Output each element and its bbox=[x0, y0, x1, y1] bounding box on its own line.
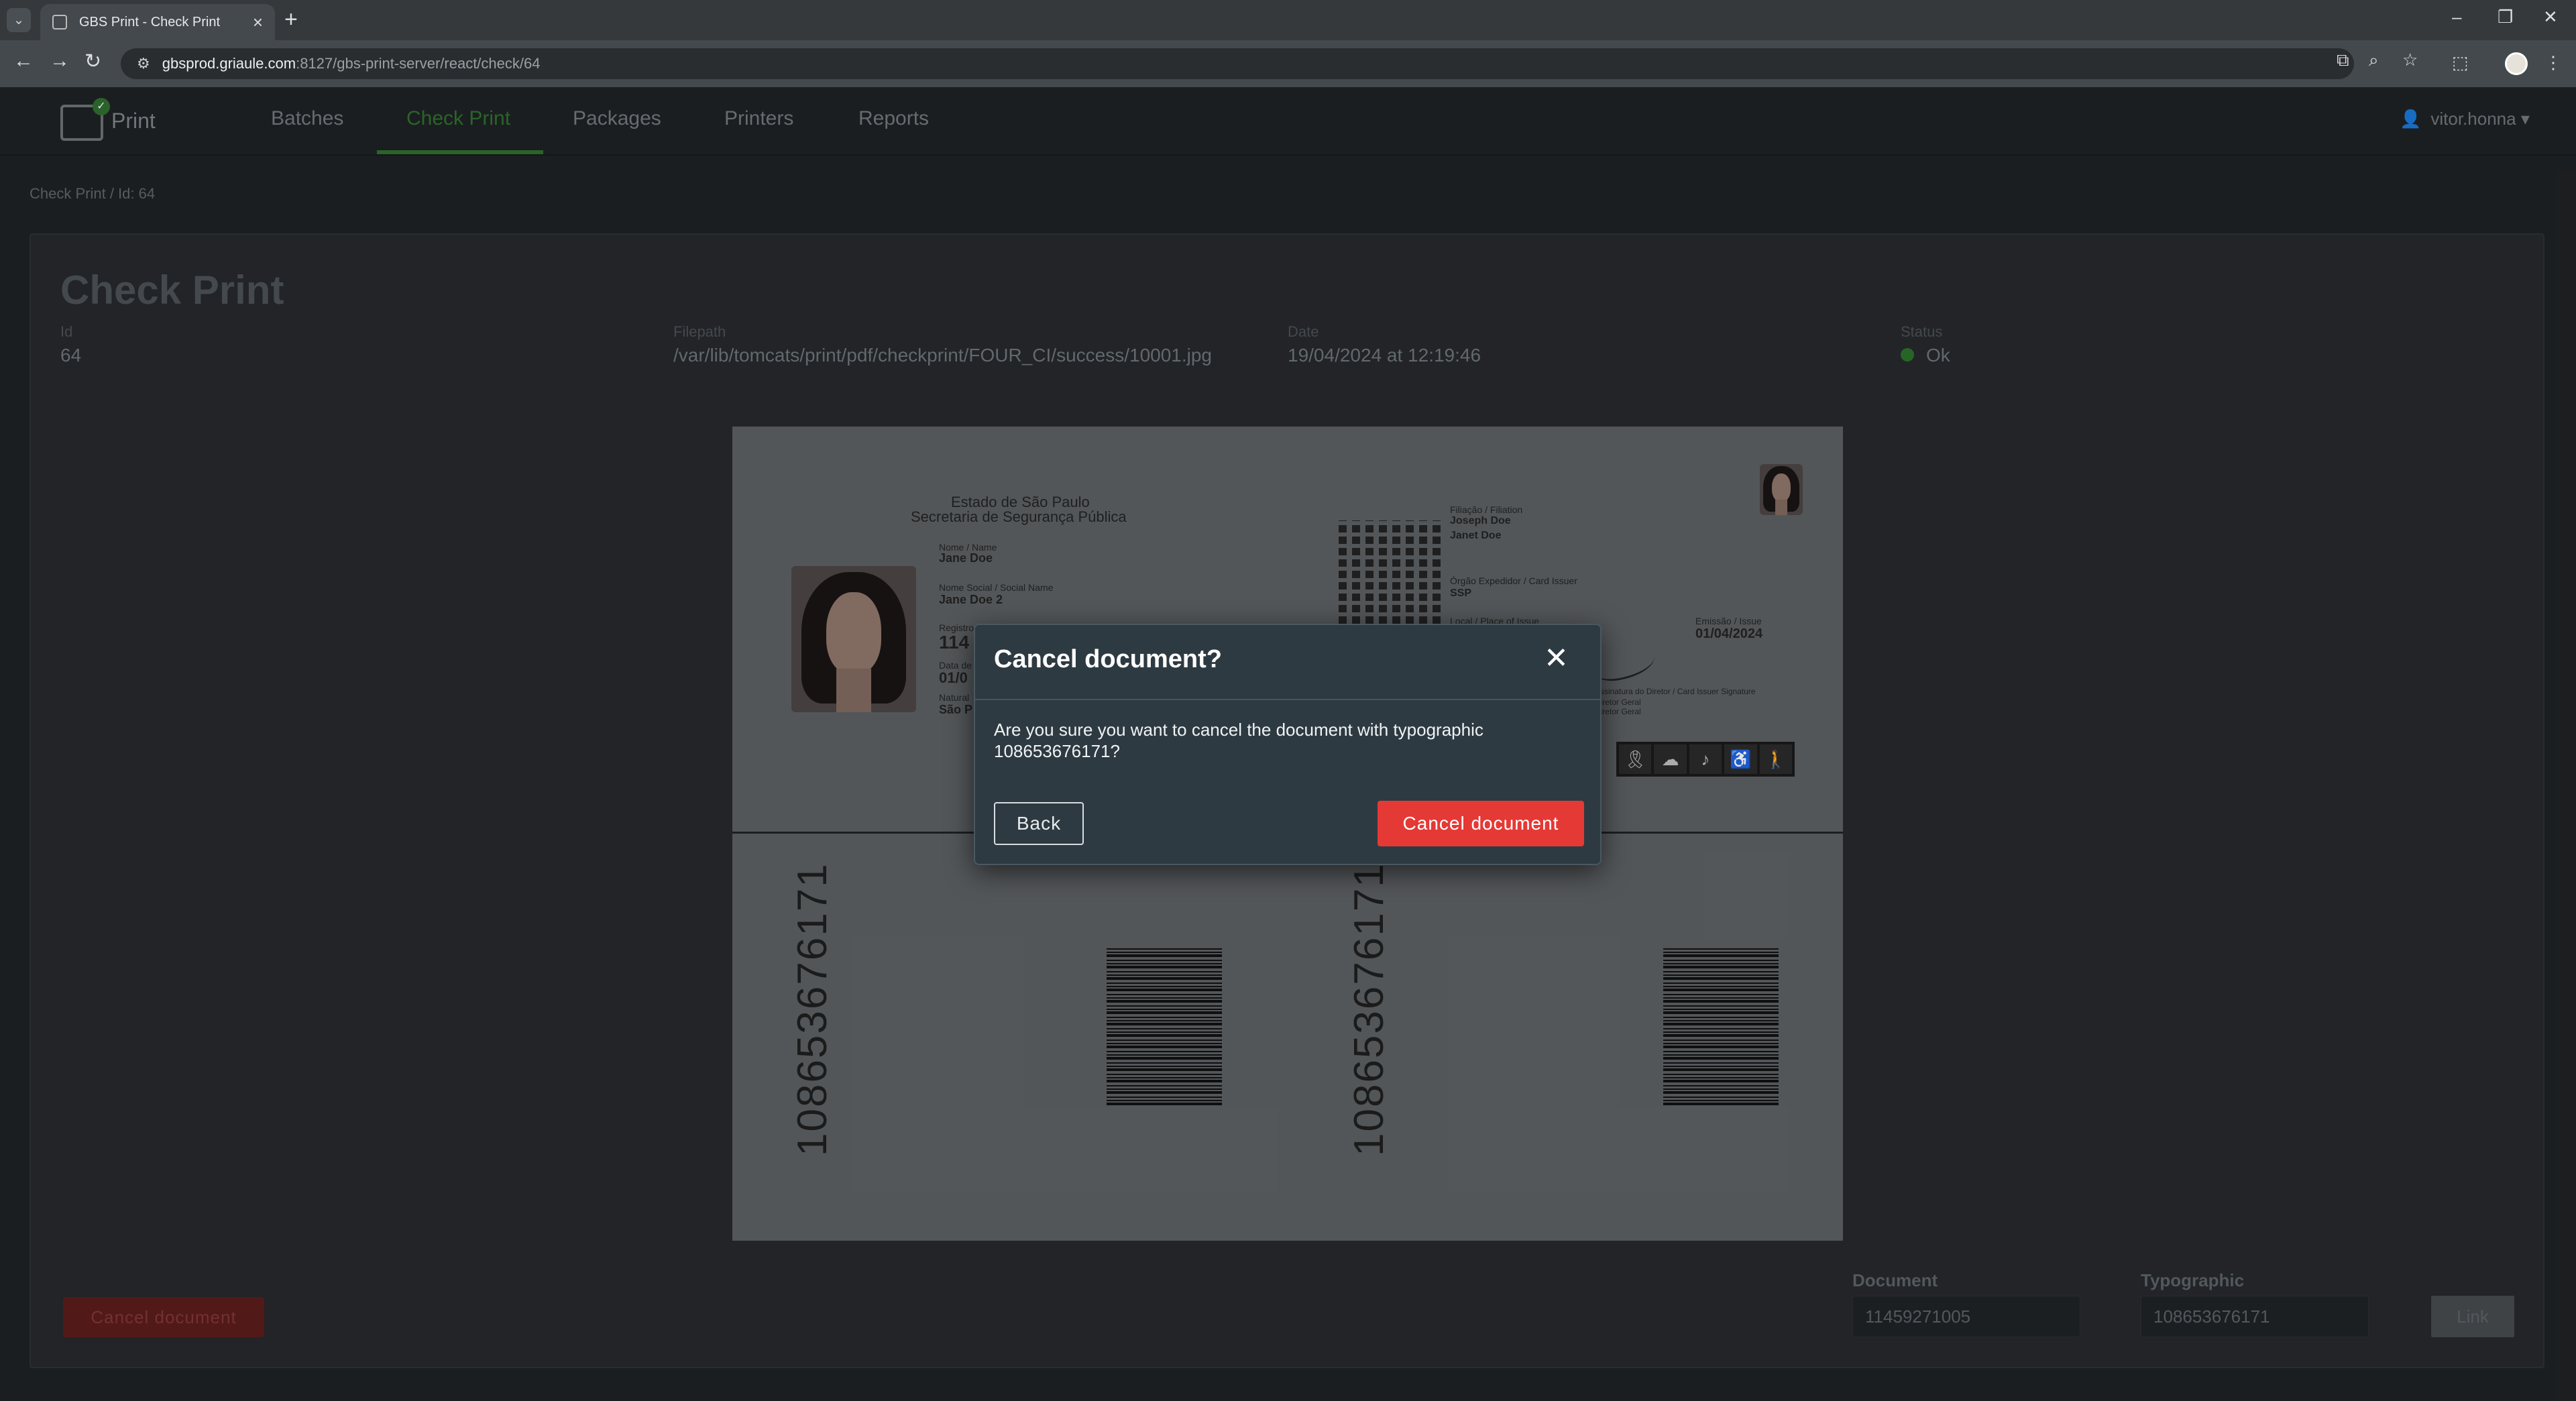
minimize-icon[interactable]: – bbox=[2452, 7, 2461, 27]
browser-tab[interactable]: GBS Print - Check Print × bbox=[40, 4, 275, 40]
forward-icon[interactable]: → bbox=[50, 50, 70, 72]
dialog-divider bbox=[975, 699, 1600, 700]
dialog-title: Cancel document? bbox=[994, 645, 1222, 673]
close-icon[interactable]: ✕ bbox=[1544, 644, 1569, 673]
back-button[interactable]: Back bbox=[994, 802, 1084, 845]
browser-tabstrip: ⌄ GBS Print - Check Print × + – ❐ ✕ bbox=[0, 0, 2576, 40]
confirm-cancel-button[interactable]: Cancel document bbox=[1378, 801, 1584, 846]
bookmark-star-icon[interactable]: ☆ bbox=[2402, 50, 2418, 70]
url-path: :8127/gbs-print-server/react/check/64 bbox=[296, 55, 541, 72]
favicon-icon bbox=[52, 15, 67, 30]
cancel-document-dialog: Cancel document? ✕ Are you sure you want… bbox=[974, 624, 1602, 865]
zoom-icon[interactable]: ⌕ bbox=[2369, 50, 2379, 71]
restore-icon[interactable]: ❐ bbox=[2498, 7, 2513, 27]
tab-search-icon[interactable]: ⌄ bbox=[7, 8, 31, 32]
url-host: gbsprod.griaule.com bbox=[162, 55, 296, 72]
window-close-icon[interactable]: ✕ bbox=[2543, 7, 2558, 27]
dialog-message: Are you sure you want to cancel the docu… bbox=[994, 720, 1483, 761]
new-tab-button[interactable]: + bbox=[284, 7, 298, 33]
address-bar[interactable]: ⚙ gbsprod.griaule.com :8127/gbs-print-se… bbox=[121, 48, 2354, 79]
back-icon[interactable]: ← bbox=[13, 50, 34, 72]
tab-close-icon[interactable]: × bbox=[253, 12, 263, 33]
menu-icon[interactable]: ⋮ bbox=[2544, 52, 2562, 73]
site-info-icon[interactable]: ⚙ bbox=[137, 55, 150, 72]
reload-icon[interactable]: ↻ bbox=[85, 50, 101, 73]
tab-title: GBS Print - Check Print bbox=[79, 14, 221, 30]
browser-toolbar: ← → ↻ ⚙ gbsprod.griaule.com :8127/gbs-pr… bbox=[0, 40, 2576, 87]
profile-avatar[interactable] bbox=[2505, 52, 2528, 75]
extensions-icon[interactable]: ⬚ bbox=[2452, 52, 2469, 73]
cast-icon[interactable]: ⧉ bbox=[2337, 50, 2349, 71]
